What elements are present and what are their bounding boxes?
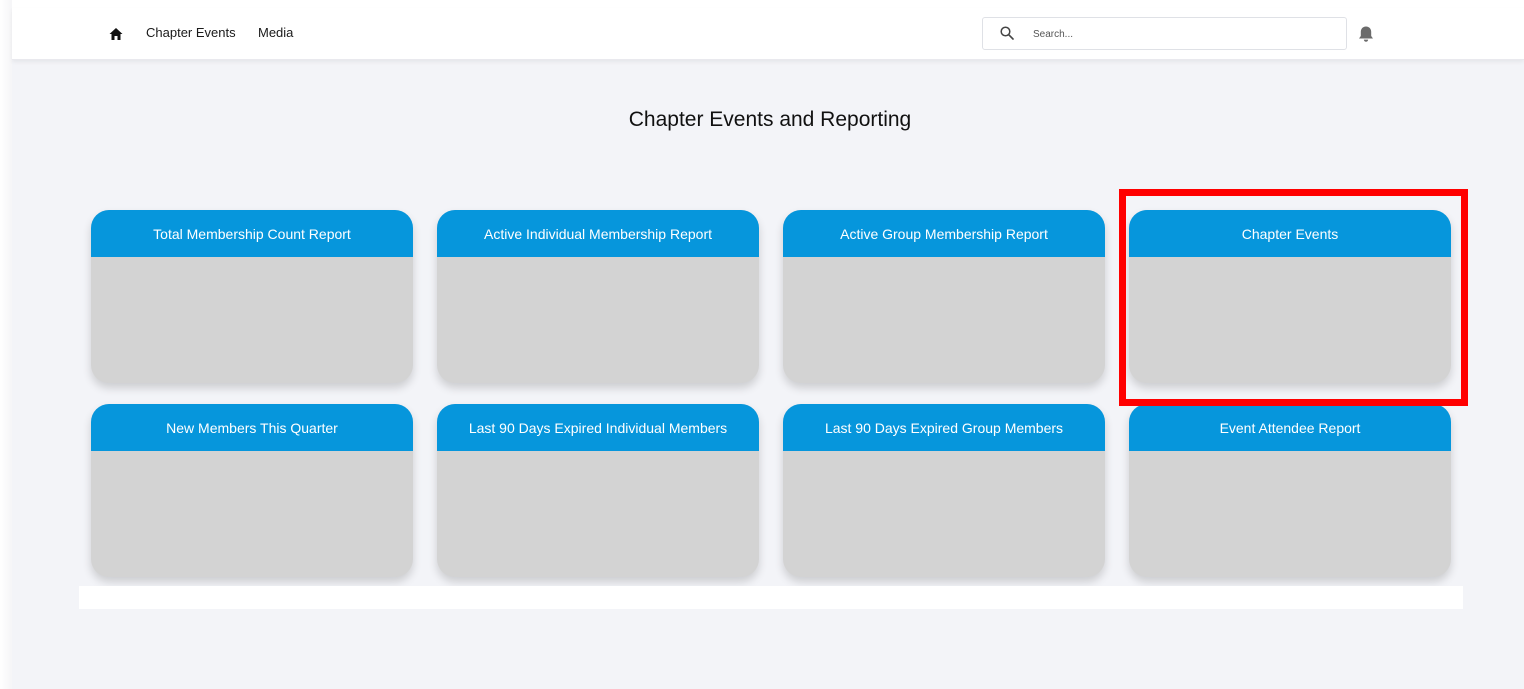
tile-title: Active Individual Membership Report — [437, 210, 759, 257]
tile-body — [91, 451, 413, 577]
tile-body — [783, 451, 1105, 577]
tile-last-90-days-expired-group-members[interactable]: Last 90 Days Expired Group Members — [783, 404, 1105, 577]
tile-total-membership-count-report[interactable]: Total Membership Count Report — [91, 210, 413, 383]
search-icon — [1000, 26, 1016, 42]
tile-chapter-events[interactable]: Chapter Events — [1129, 210, 1451, 383]
search-box — [982, 17, 1347, 50]
tile-title: Last 90 Days Expired Individual Members — [437, 404, 759, 451]
footer-strip — [79, 586, 1463, 609]
tile-body — [437, 451, 759, 577]
bell-icon[interactable] — [1356, 24, 1376, 44]
tile-new-members-this-quarter[interactable]: New Members This Quarter — [91, 404, 413, 577]
window-top-strip — [0, 0, 1524, 8]
tile-title: Total Membership Count Report — [91, 210, 413, 257]
tile-active-group-membership-report[interactable]: Active Group Membership Report — [783, 210, 1105, 383]
tile-title: Event Attendee Report — [1129, 404, 1451, 451]
tile-event-attendee-report[interactable]: Event Attendee Report — [1129, 404, 1451, 577]
top-navbar: Chapter Events Media — [12, 8, 1524, 60]
tile-body — [1129, 257, 1451, 383]
page-title: Chapter Events and Reporting — [628, 108, 912, 131]
tile-active-individual-membership-report[interactable]: Active Individual Membership Report — [437, 210, 759, 383]
tile-body — [783, 257, 1105, 383]
search-input[interactable] — [1033, 24, 1333, 44]
tile-title: Last 90 Days Expired Group Members — [783, 404, 1105, 451]
tile-body — [437, 257, 759, 383]
window-left-strip — [0, 0, 12, 689]
nav-link-media[interactable]: Media — [258, 25, 293, 40]
home-icon[interactable] — [106, 24, 126, 44]
tile-body — [91, 257, 413, 383]
tile-title: Active Group Membership Report — [783, 210, 1105, 257]
tile-title: New Members This Quarter — [91, 404, 413, 451]
tile-title: Chapter Events — [1129, 210, 1451, 257]
tile-body — [1129, 451, 1451, 577]
tile-last-90-days-expired-individual-members[interactable]: Last 90 Days Expired Individual Members — [437, 404, 759, 577]
nav-link-chapter-events[interactable]: Chapter Events — [146, 25, 236, 40]
